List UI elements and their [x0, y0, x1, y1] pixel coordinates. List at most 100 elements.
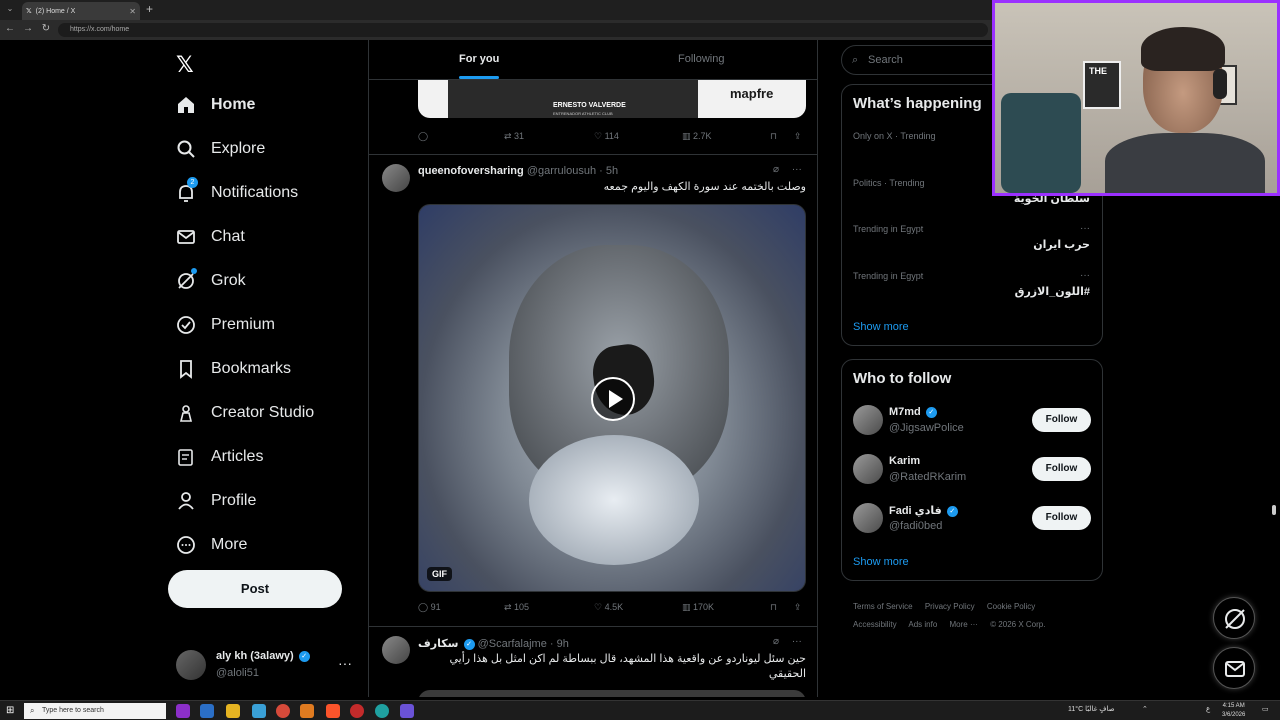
avatar[interactable] — [853, 454, 883, 484]
trend-topic[interactable]: حرب ايران — [1033, 238, 1090, 251]
post-time[interactable]: · 5h — [599, 165, 618, 177]
trend-meta[interactable]: Only on X · Trending — [853, 131, 936, 141]
post-author-handle[interactable]: @Scarfalajme — [478, 638, 547, 650]
nav-more[interactable]: More — [176, 530, 247, 560]
nav-profile[interactable]: Profile — [176, 486, 256, 516]
reply-button[interactable]: ◯ 91 — [418, 602, 441, 613]
like-button[interactable]: ♡ 4.5K — [594, 602, 623, 613]
trend-meta[interactable]: Politics · Trending — [853, 178, 925, 188]
trend-meta[interactable]: Trending in Egypt — [853, 271, 923, 281]
taskbar-app-icon[interactable] — [300, 704, 314, 718]
url-field[interactable]: https://x.com/home — [58, 23, 988, 37]
nav-grok[interactable]: Grok — [176, 266, 246, 296]
grok-fab[interactable] — [1213, 597, 1255, 639]
plus-icon[interactable]: + — [146, 2, 153, 16]
follow-user-handle[interactable]: @JigsawPolice — [889, 422, 964, 434]
nav-bookmarks[interactable]: Bookmarks — [176, 354, 291, 384]
post-author-name[interactable]: queenofoversharing — [418, 165, 524, 177]
post-time[interactable]: · 9h — [550, 638, 569, 650]
share-icon[interactable]: ⇪ — [794, 131, 802, 142]
repost-button[interactable]: ⇄ 105 — [504, 602, 529, 613]
more-icon[interactable]: ··· — [792, 636, 802, 647]
avatar[interactable] — [853, 503, 883, 533]
show-more-link[interactable]: Show more — [853, 556, 909, 568]
follow-user-name-row[interactable]: Fadi فادي ✓ — [889, 504, 958, 517]
bookmark-icon[interactable]: ⊓ — [770, 131, 777, 142]
footer-link[interactable]: Accessibility — [853, 620, 897, 629]
footer-link[interactable]: Cookie Policy — [987, 602, 1035, 611]
reload-icon[interactable]: ↻ — [40, 23, 52, 34]
tab-menu-icon[interactable]: ⌄ — [4, 4, 16, 16]
like-button[interactable]: ♡ 114 — [594, 131, 619, 142]
trend-topic[interactable]: #اللون_الازرق — [1015, 285, 1090, 298]
avatar[interactable] — [382, 164, 410, 192]
close-icon[interactable]: ✕ — [129, 7, 136, 16]
views-button[interactable]: ▥ 170K — [682, 602, 714, 613]
grok-icon[interactable]: ⌀ — [773, 164, 779, 175]
language-indicator[interactable]: ع — [1206, 705, 1210, 713]
chrome-icon[interactable] — [276, 704, 290, 718]
follow-user-handle[interactable]: @fadi0bed — [889, 520, 942, 532]
follow-user-name[interactable]: Karim — [889, 455, 920, 467]
share-icon[interactable]: ⇪ — [794, 602, 802, 613]
footer-link[interactable]: Terms of Service — [853, 602, 913, 611]
post-image[interactable]: ERNESTO VALVERDE ENTRENADOR ATHLETIC CLU… — [418, 80, 806, 118]
taskbar-search-input[interactable]: ⌕ Type here to search — [24, 703, 166, 719]
tab-for-you[interactable]: For you — [459, 53, 499, 65]
edge-icon[interactable] — [375, 704, 389, 718]
follow-button[interactable]: Follow — [1032, 506, 1091, 530]
account-switcher[interactable]: aly kh (3alawy) ✓ @aloli51 ··· — [176, 645, 356, 685]
browser-tab[interactable]: 𝕏 (2) Home / X ✕ — [22, 2, 140, 20]
post-button[interactable]: Post — [168, 570, 342, 608]
taskbar-clock[interactable]: 4:15 AM 3/6/2026 — [1222, 702, 1245, 720]
nav-premium[interactable]: Premium — [176, 310, 275, 340]
nav-chat[interactable]: Chat — [176, 222, 245, 252]
notification-center-icon[interactable]: ▭ — [1262, 705, 1269, 713]
post-author-name[interactable]: سكارف — [418, 638, 458, 650]
brave-icon[interactable] — [326, 704, 340, 718]
show-more-link[interactable]: Show more — [853, 321, 909, 333]
more-icon[interactable]: ··· — [792, 164, 802, 175]
reply-icon[interactable]: ◯ — [418, 131, 428, 142]
follow-user-name-row[interactable]: M7md ✓ — [889, 406, 937, 418]
more-icon[interactable]: ··· — [338, 655, 352, 671]
trend-meta[interactable]: Trending in Egypt — [853, 224, 923, 234]
nav-notifications[interactable]: 2 Notifications — [176, 177, 298, 208]
taskbar-app-icon[interactable] — [400, 704, 414, 718]
views-button[interactable]: ▥ 2.7K — [682, 131, 712, 142]
taskbar-app-icon[interactable] — [350, 704, 364, 718]
avatar[interactable] — [853, 405, 883, 435]
follow-button[interactable]: Follow — [1032, 457, 1091, 481]
nav-articles[interactable]: Articles — [176, 442, 263, 472]
play-icon[interactable] — [591, 377, 635, 421]
follow-button[interactable]: Follow — [1032, 408, 1091, 432]
post-author-handle[interactable]: @garrulousuh — [527, 165, 596, 177]
windows-start-icon[interactable]: ⊞ — [6, 705, 14, 716]
weather-widget[interactable]: 11°C صافٍ غالبًا — [1068, 705, 1115, 713]
taskbar-app-icon[interactable] — [252, 704, 266, 718]
messages-fab[interactable] — [1213, 647, 1255, 689]
x-logo-icon[interactable]: 𝕏 — [176, 52, 194, 78]
folder-icon[interactable] — [226, 704, 240, 718]
footer-link[interactable]: Ads info — [908, 620, 937, 629]
post-media[interactable] — [418, 690, 806, 697]
nav-home[interactable]: Home — [176, 90, 255, 120]
grok-icon[interactable]: ⌀ — [773, 636, 779, 647]
avatar[interactable] — [382, 636, 410, 664]
footer-link[interactable]: Privacy Policy — [925, 602, 975, 611]
follow-user-handle[interactable]: @RatedRKarim — [889, 471, 966, 483]
footer-link[interactable]: More ··· — [950, 620, 978, 629]
repost-button[interactable]: ⇄ 31 — [504, 131, 524, 142]
scrollbar[interactable] — [1272, 505, 1276, 515]
back-arrow-icon[interactable]: ← — [4, 23, 16, 34]
tab-following[interactable]: Following — [678, 53, 724, 65]
nav-explore[interactable]: Explore — [176, 134, 265, 164]
post-media-gif[interactable]: GIF — [418, 204, 806, 592]
nav-creator-studio[interactable]: Creator Studio — [176, 398, 314, 428]
forward-arrow-icon[interactable]: → — [22, 23, 34, 34]
taskbar-app-icon[interactable] — [200, 704, 214, 718]
more-icon[interactable]: ··· — [1080, 270, 1090, 281]
tray-chevron-icon[interactable]: ⌃ — [1142, 705, 1148, 713]
bookmark-icon[interactable]: ⊓ — [770, 602, 777, 613]
more-icon[interactable]: ··· — [1080, 223, 1090, 234]
